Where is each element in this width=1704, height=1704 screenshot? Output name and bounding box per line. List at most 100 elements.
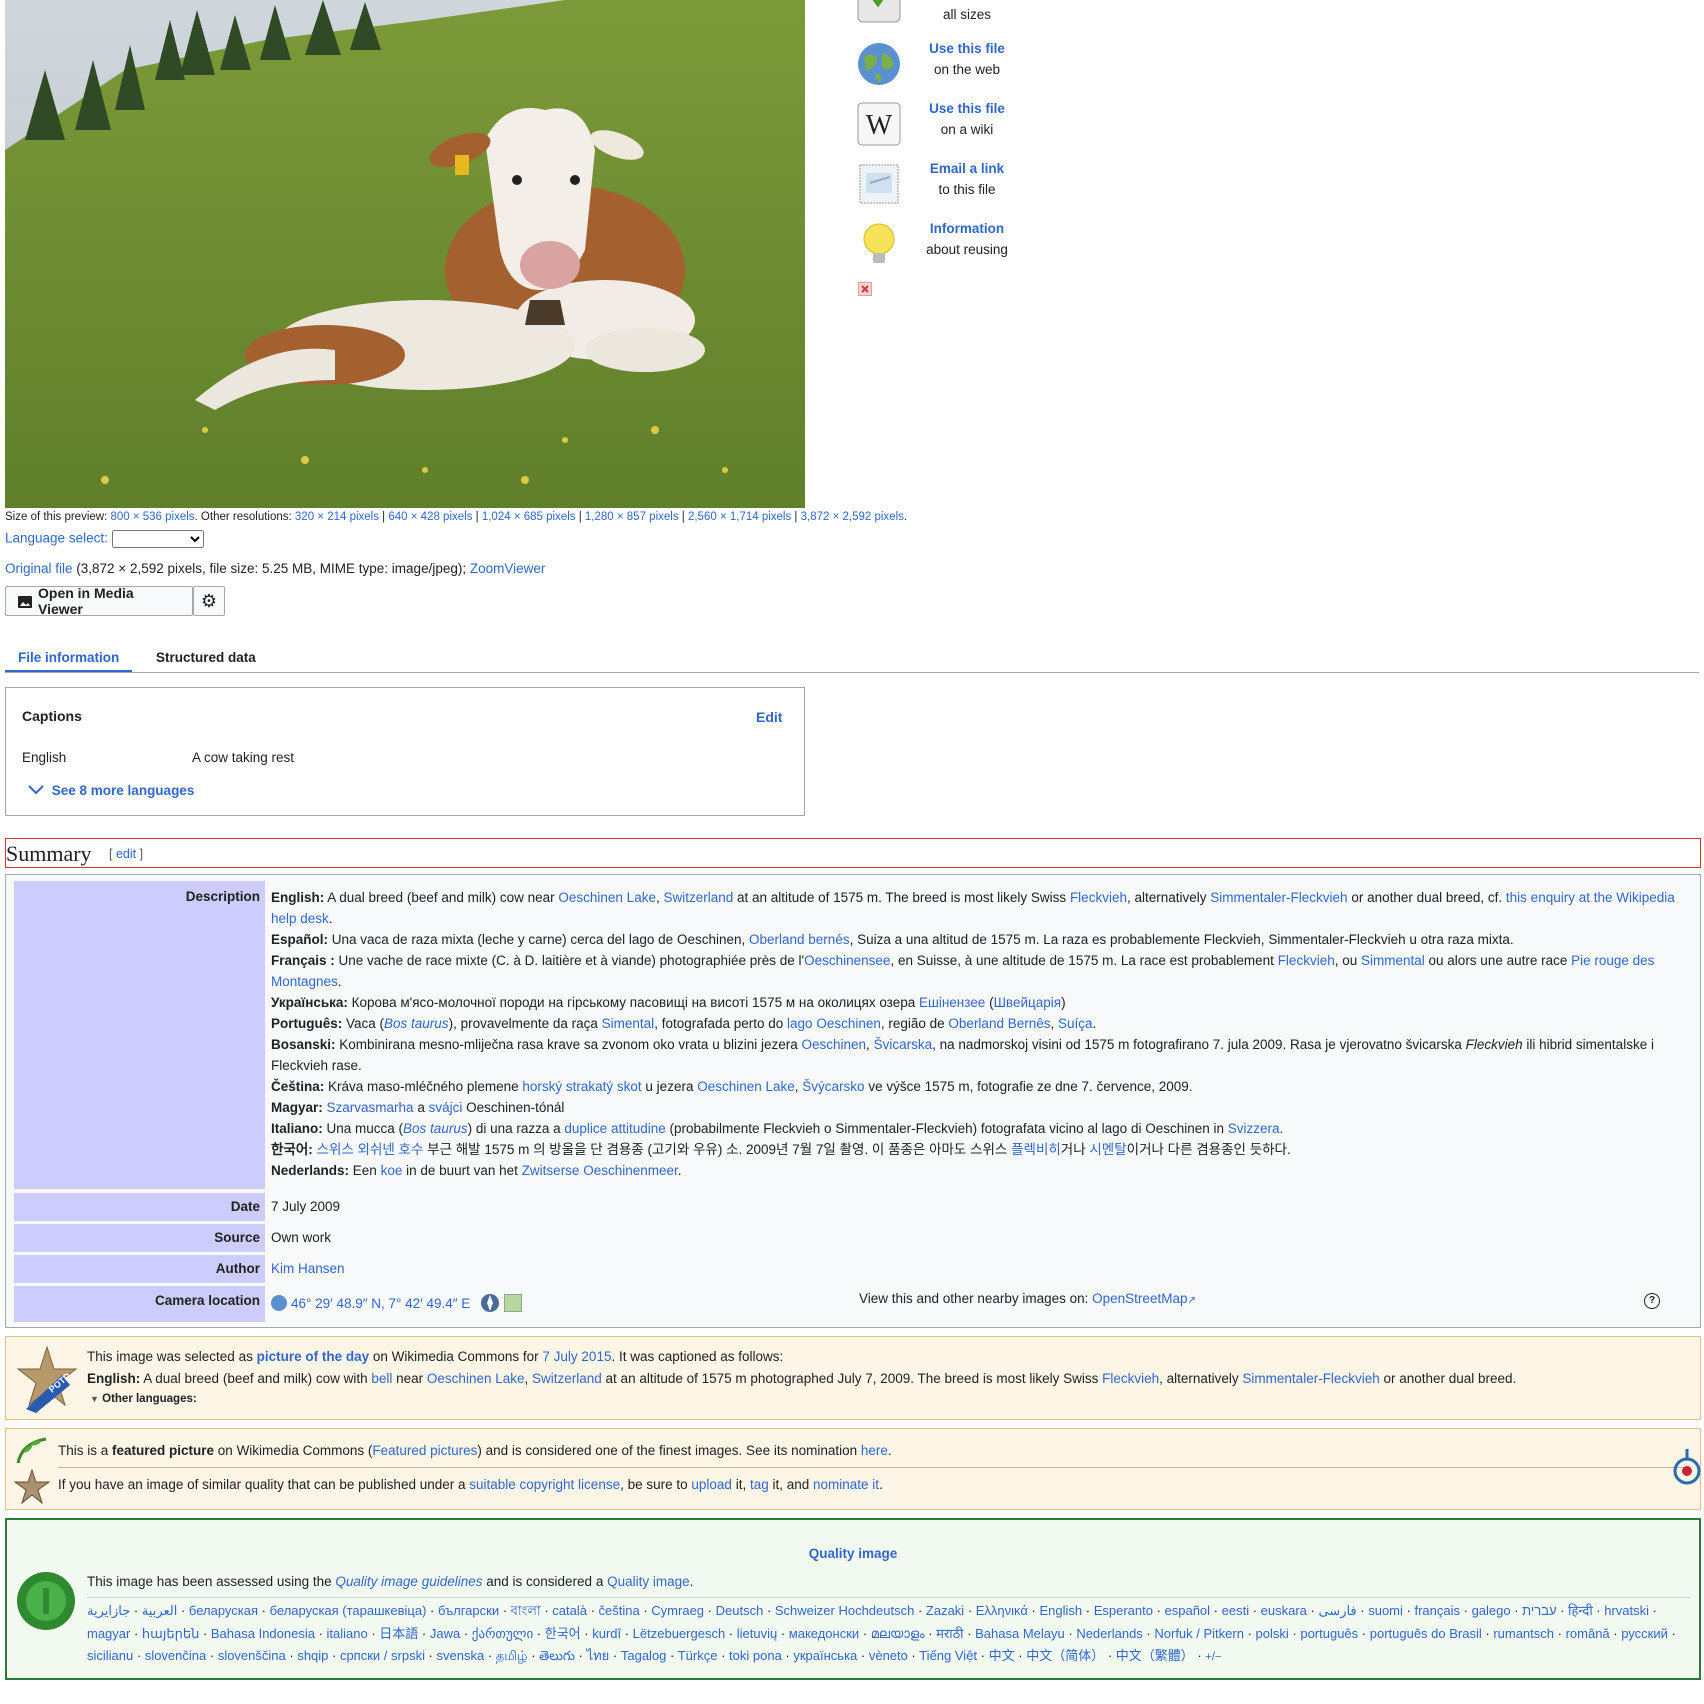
language-link[interactable]: eesti [1222, 1603, 1249, 1618]
language-link[interactable]: lietuvių [737, 1626, 777, 1641]
language-link[interactable]: српски / srpski [340, 1648, 425, 1663]
language-link[interactable]: Ελληνικά [976, 1603, 1028, 1618]
inline-link[interactable]: Ешінензее [919, 995, 985, 1010]
quality-title[interactable]: Quality image [7, 1546, 1699, 1561]
language-link[interactable]: Schweizer Hochdeutsch [775, 1603, 914, 1618]
map-icon[interactable] [504, 1294, 523, 1312]
language-link[interactable]: čeština [599, 1603, 640, 1618]
inline-link[interactable]: here [861, 1443, 888, 1458]
language-link[interactable]: Cymraeg [651, 1603, 704, 1618]
inline-link[interactable]: Bos taurus [384, 1016, 449, 1031]
inline-link[interactable]: Oeschinen [802, 1037, 867, 1052]
inline-link[interactable]: nominate it [813, 1477, 879, 1492]
language-link[interactable]: română [1566, 1626, 1610, 1641]
language-link[interactable]: Nederlands [1076, 1626, 1143, 1641]
language-link[interactable]: sicilianu [87, 1648, 133, 1663]
language-link[interactable]: hrvatski [1604, 1603, 1649, 1618]
tool-line1[interactable]: Email a link [912, 161, 1022, 176]
resolution-link[interactable]: 1,280 × 857 pixels [585, 511, 679, 523]
language-link[interactable]: Tagalog [621, 1648, 667, 1663]
language-link[interactable]: հայերեն [142, 1626, 199, 1641]
language-link[interactable]: македонски [789, 1626, 859, 1641]
inline-link[interactable]: svájci [429, 1100, 463, 1115]
inline-link[interactable]: Oberland bernés [749, 932, 850, 947]
original-file-link[interactable]: Original file [5, 561, 73, 576]
resolution-link[interactable]: 3,872 × 2,592 pixels [801, 511, 904, 523]
language-link[interactable]: Norfuk / Pitkern [1154, 1626, 1244, 1641]
inline-link[interactable]: Suíça [1058, 1016, 1093, 1031]
language-link[interactable]: Deutsch [716, 1603, 764, 1618]
language-link[interactable]: 中文（繁體） [1116, 1648, 1194, 1663]
inline-link[interactable]: Fleckvieh [1278, 953, 1335, 968]
tool-line1[interactable]: Use this file [912, 101, 1022, 116]
inline-link[interactable]: Švýcarsko [802, 1079, 864, 1094]
inline-link[interactable]: Oeschinen Lake [697, 1079, 795, 1094]
language-link[interactable]: polski [1256, 1626, 1289, 1641]
language-link[interactable]: українська [793, 1648, 857, 1663]
inline-link[interactable]: Oeschinen Lake [427, 1371, 525, 1386]
tool-line1[interactable]: Use this file [912, 41, 1022, 56]
tool-line1[interactable]: Information [912, 221, 1022, 236]
language-link[interactable]: rumantsch [1493, 1626, 1554, 1641]
language-link[interactable]: português do Brasil [1370, 1626, 1482, 1641]
current-size-link[interactable]: 800 × 536 pixels [110, 511, 194, 523]
zoomviewer-link[interactable]: ZoomViewer [470, 561, 546, 576]
language-link[interactable]: ไทย [587, 1648, 610, 1663]
inline-link[interactable]: Oberland Bernês [948, 1016, 1050, 1031]
inline-link[interactable]: 7 July 2015 [542, 1349, 611, 1364]
coordinates-link[interactable]: 46° 29′ 48.9″ N, 7° 42′ 49.4″ E [291, 1296, 470, 1311]
inline-link[interactable]: Svizzera [1228, 1121, 1280, 1136]
open-media-viewer-button[interactable]: Open in Media Viewer [5, 585, 193, 617]
language-link[interactable]: Lëtzebuergesch [633, 1626, 726, 1641]
resolution-link[interactable]: 1,024 × 685 pixels [482, 511, 576, 523]
language-link[interactable]: മലയാളം [871, 1626, 925, 1641]
inline-link[interactable]: Featured pictures [372, 1443, 477, 1458]
language-link[interactable]: português [1300, 1626, 1358, 1641]
inline-link[interactable]: horský strakatý skot [522, 1079, 641, 1094]
inline-link[interactable]: Švicarska [874, 1037, 933, 1052]
inline-link[interactable]: duplice attitudine [564, 1121, 665, 1136]
language-link[interactable]: kurdî [592, 1626, 621, 1641]
language-link[interactable]: עברית [1522, 1603, 1556, 1618]
language-link[interactable]: 中文 [989, 1648, 1015, 1663]
language-select-label[interactable]: Language select: [5, 531, 108, 546]
language-link[interactable]: español [1165, 1603, 1211, 1618]
language-link[interactable]: беларуская (тарашкевіца) [270, 1603, 427, 1618]
help-icon[interactable]: ? [1644, 1293, 1660, 1309]
language-link[interactable]: Esperanto [1094, 1603, 1153, 1618]
language-link[interactable]: български [438, 1603, 499, 1618]
other-languages-toggle[interactable]: ▼ Other languages: [90, 1393, 197, 1405]
media-viewer-settings-button[interactable]: ⚙ [193, 586, 225, 616]
captions-edit-button[interactable]: Edit [756, 709, 782, 725]
language-link[interactable]: Zazaki [926, 1603, 964, 1618]
inline-link[interactable]: Simmentaler-Fleckvieh [1242, 1371, 1379, 1386]
author-link[interactable]: Kim Hansen [271, 1261, 345, 1276]
resolution-link[interactable]: 2,560 × 1,714 pixels [688, 511, 791, 523]
email-link-tool[interactable]: Email a link to this file [856, 161, 1056, 211]
language-link[interactable]: தமிழ் [496, 1648, 528, 1663]
inline-link[interactable]: Switzerland [663, 890, 733, 905]
inline-link[interactable]: Oeschinensee [804, 953, 890, 968]
language-link[interactable]: Jawa [430, 1626, 460, 1641]
see-more-languages-toggle[interactable]: See 8 more languages [28, 783, 194, 798]
inline-link[interactable]: Simental [602, 1016, 655, 1031]
language-link[interactable]: తెలుగు [539, 1648, 575, 1663]
language-link[interactable]: Bahasa Melayu [975, 1626, 1065, 1641]
language-link[interactable]: русский [1621, 1626, 1668, 1641]
edit-translations-link[interactable]: +/− [1205, 1651, 1221, 1663]
cow-photo[interactable] [5, 0, 805, 508]
language-link[interactable]: euskara [1261, 1603, 1307, 1618]
language-link[interactable]: हिन्दी [1568, 1603, 1593, 1618]
language-link[interactable]: العربية [142, 1603, 178, 1618]
use-on-web-tool[interactable]: Use this file on the web [856, 41, 1056, 91]
language-link[interactable]: svenska [437, 1648, 485, 1663]
inline-link[interactable]: lago Oeschinen [787, 1016, 881, 1031]
language-link[interactable]: मराठी [936, 1626, 963, 1641]
language-link[interactable]: جازايرية [87, 1603, 130, 1618]
language-link[interactable]: shqip [297, 1648, 328, 1663]
language-link[interactable]: فارسی [1318, 1603, 1356, 1618]
use-on-wiki-tool[interactable]: W Use this file on a wiki [856, 101, 1056, 151]
language-link[interactable]: বাংলা [511, 1603, 541, 1618]
summary-edit-link[interactable]: edit [116, 847, 136, 861]
language-link[interactable]: 中文（简体） [1026, 1648, 1104, 1663]
